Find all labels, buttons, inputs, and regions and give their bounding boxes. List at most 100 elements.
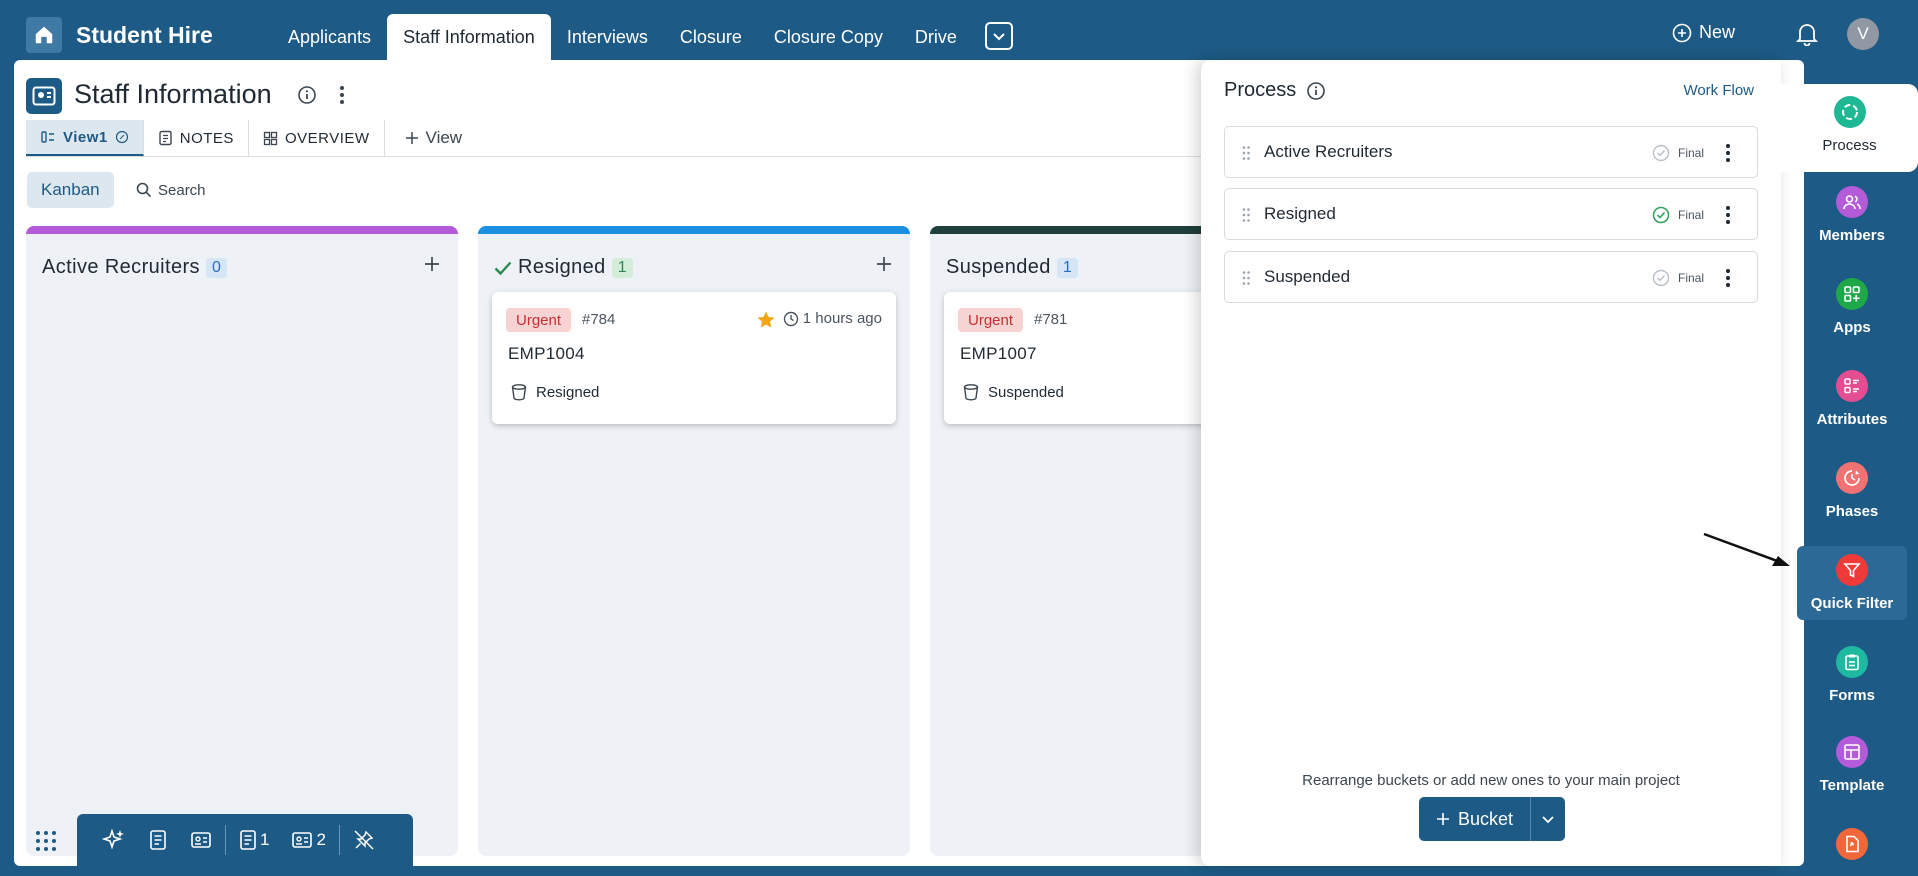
sidebar-item-export[interactable] bbox=[1797, 828, 1907, 860]
check-circle-icon bbox=[1652, 144, 1670, 162]
card-time-label: 1 hours ago bbox=[802, 310, 882, 327]
search-button[interactable]: Search bbox=[136, 172, 206, 208]
process-title-label: Process bbox=[1224, 79, 1297, 101]
card-bucket-label: Suspended bbox=[988, 383, 1064, 401]
sidebar-item-apps[interactable]: Apps bbox=[1797, 278, 1907, 336]
star-icon[interactable] bbox=[756, 310, 776, 330]
bucket-icon bbox=[510, 383, 528, 401]
add-view-button[interactable]: View bbox=[385, 120, 477, 156]
page-kebab-icon[interactable] bbox=[339, 85, 345, 105]
bucket-row-active-recruiters[interactable]: Active Recruiters Final bbox=[1224, 126, 1758, 178]
sidebar-item-attributes[interactable]: Attributes bbox=[1797, 370, 1907, 428]
bucket-kebab-icon[interactable] bbox=[1725, 143, 1731, 163]
sidebar-item-forms[interactable]: Forms bbox=[1797, 646, 1907, 704]
drag-handle-icon[interactable] bbox=[1241, 145, 1251, 161]
avatar[interactable]: V bbox=[1847, 18, 1879, 50]
sidebar-item-label: Quick Filter bbox=[1810, 595, 1894, 612]
final-toggle[interactable]: Final bbox=[1652, 144, 1704, 162]
main-nav: Applicants Staff Information Interviews … bbox=[272, 12, 1013, 60]
cards-count-button[interactable]: 2 bbox=[280, 824, 336, 856]
sidebar-item-phases[interactable]: Phases bbox=[1797, 462, 1907, 520]
unpin-button[interactable] bbox=[342, 824, 386, 856]
note-icon bbox=[148, 829, 168, 851]
kanban-column-active-recruiters: Active Recruiters 0 bbox=[26, 226, 458, 856]
note-count-icon bbox=[239, 829, 257, 851]
page-title: Staff Information bbox=[74, 79, 272, 109]
new-button[interactable]: New bbox=[1672, 22, 1735, 43]
sparkle-icon bbox=[102, 828, 126, 852]
bucket-row-suspended[interactable]: Suspended Final bbox=[1224, 251, 1758, 303]
notes-count: 1 bbox=[260, 830, 270, 849]
clock-icon bbox=[783, 311, 799, 327]
sidebar-item-label: Phases bbox=[1825, 503, 1879, 520]
card-id: #784 bbox=[582, 311, 616, 328]
unpin-icon bbox=[353, 829, 375, 851]
bucket-name: Resigned bbox=[1264, 204, 1336, 223]
attributes-icon bbox=[1836, 370, 1868, 402]
tab-closure[interactable]: Closure bbox=[664, 14, 758, 60]
apps-grid-icon bbox=[34, 829, 58, 853]
tab-applicants[interactable]: Applicants bbox=[272, 14, 387, 60]
add-view-label: View bbox=[425, 128, 463, 147]
bucket-kebab-icon[interactable] bbox=[1725, 205, 1731, 225]
column-count-badge: 1 bbox=[1056, 257, 1079, 278]
plus-circle-icon bbox=[1672, 23, 1692, 43]
top-bar: Student Hire Applicants Staff Informatio… bbox=[0, 0, 1918, 60]
info-icon[interactable] bbox=[1306, 81, 1326, 101]
notifications-button[interactable] bbox=[1796, 22, 1818, 46]
add-bucket-dropdown[interactable] bbox=[1531, 797, 1565, 841]
column-header: Active Recruiters 0 bbox=[42, 256, 228, 279]
tab-staff-information[interactable]: Staff Information bbox=[387, 14, 551, 60]
ai-assist-button[interactable] bbox=[91, 824, 137, 856]
tab-drive[interactable]: Drive bbox=[899, 14, 973, 60]
column-count-badge: 1 bbox=[611, 257, 634, 278]
apps-grid-button[interactable] bbox=[18, 816, 74, 866]
column-color-bar bbox=[26, 226, 458, 234]
bucket-row-resigned[interactable]: Resigned Final bbox=[1224, 188, 1758, 240]
bucket-name: Suspended bbox=[1264, 267, 1351, 286]
final-toggle[interactable]: Final bbox=[1652, 269, 1704, 287]
tab-closure-copy[interactable]: Closure Copy bbox=[758, 14, 899, 60]
search-icon bbox=[136, 182, 152, 198]
final-label: Final bbox=[1677, 271, 1704, 285]
sidebar-item-quick-filter[interactable]: Quick Filter bbox=[1797, 546, 1907, 620]
card-bucket: Suspended bbox=[962, 383, 1064, 401]
kanban-card[interactable]: Urgent #784 1 hours ago EMP1004 Resigned bbox=[492, 292, 896, 424]
add-bucket-button: Bucket bbox=[1419, 797, 1565, 841]
apps-icon bbox=[1836, 278, 1868, 310]
tab-notes[interactable]: NOTES bbox=[144, 120, 249, 156]
final-toggle[interactable]: Final bbox=[1652, 206, 1704, 224]
kanban-button[interactable]: Kanban bbox=[27, 172, 114, 208]
sidebar-item-template[interactable]: Template bbox=[1797, 736, 1907, 794]
drag-handle-icon[interactable] bbox=[1241, 270, 1251, 286]
more-tabs-button[interactable] bbox=[984, 22, 1013, 50]
column-add-button[interactable] bbox=[876, 256, 892, 272]
overview-grid-icon bbox=[263, 131, 278, 146]
tab-view1[interactable]: View1 bbox=[26, 120, 144, 156]
notes-count-button[interactable]: 1 bbox=[228, 824, 280, 856]
column-header: Resigned 1 bbox=[494, 256, 634, 279]
id-card-button[interactable] bbox=[179, 824, 223, 856]
bucket-kebab-icon[interactable] bbox=[1725, 268, 1731, 288]
new-label: New bbox=[1699, 22, 1736, 42]
staff-page-icon bbox=[26, 78, 62, 114]
check-circle-icon bbox=[1652, 206, 1670, 224]
notes-button[interactable] bbox=[137, 824, 179, 856]
add-bucket-main[interactable]: Bucket bbox=[1419, 797, 1531, 841]
tab-overview[interactable]: OVERVIEW bbox=[249, 120, 385, 156]
column-add-button[interactable] bbox=[424, 256, 440, 272]
final-label: Final bbox=[1677, 208, 1704, 222]
card-time: 1 hours ago bbox=[783, 310, 882, 327]
workflow-link[interactable]: Work Flow bbox=[1683, 82, 1754, 99]
process-title: Process bbox=[1224, 79, 1326, 102]
drag-handle-icon[interactable] bbox=[1241, 207, 1251, 223]
note-icon bbox=[158, 130, 173, 146]
bucket-icon bbox=[962, 383, 980, 401]
tab-interviews[interactable]: Interviews bbox=[551, 14, 664, 60]
sidebar-item-process[interactable]: Process bbox=[1781, 84, 1918, 172]
column-title: Suspended bbox=[946, 256, 1051, 278]
chevron-down-icon bbox=[992, 29, 1006, 43]
sidebar-item-members[interactable]: Members bbox=[1797, 186, 1907, 244]
home-button[interactable] bbox=[26, 17, 62, 53]
info-icon[interactable] bbox=[297, 85, 317, 105]
